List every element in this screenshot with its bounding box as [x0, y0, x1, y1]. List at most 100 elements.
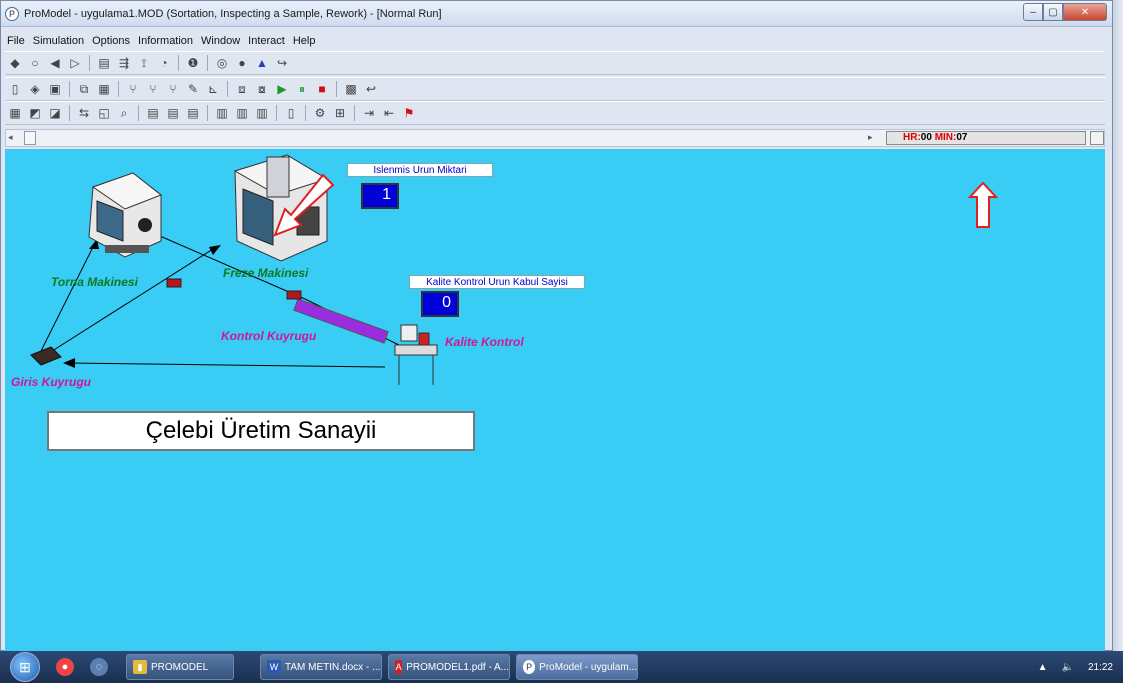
tray-expand-icon[interactable]: ▲	[1038, 662, 1048, 673]
menu-window[interactable]: Window	[201, 35, 240, 47]
system-tray: ▲ 🔈 21:22	[1024, 651, 1113, 683]
filter-icon[interactable]: ⑂	[165, 81, 181, 97]
output-icon[interactable]: ↩	[363, 81, 379, 97]
taskbar-item-promodel[interactable]: P ProModel - uygulam...	[516, 654, 638, 680]
cost-icon[interactable]: ◔	[156, 55, 172, 71]
word-icon: W	[267, 660, 281, 674]
vertical-scrollbar[interactable]	[1113, 0, 1123, 651]
resource-icon[interactable]: ▷	[67, 55, 83, 71]
start-button[interactable]: ⊞	[10, 652, 40, 682]
export-icon[interactable]: ⇥	[361, 105, 377, 121]
horizontal-scrollbar[interactable]: ◂ ▸ HR:00 MIN:07	[5, 129, 1105, 147]
debug-icon[interactable]: ⚙	[312, 105, 328, 121]
minimize-button[interactable]: –	[1023, 3, 1043, 21]
view-icon[interactable]: ◩	[27, 105, 43, 121]
promodel-window: P ProModel - uygulama1.MOD (Sortation, I…	[0, 0, 1113, 651]
edit-icon[interactable]: ✎	[185, 81, 201, 97]
menu-simulation[interactable]: Simulation	[33, 35, 84, 47]
layout-icon[interactable]: ●	[234, 55, 250, 71]
path-arrowheads	[63, 239, 409, 368]
toolbar-navigation: ◆ ○ ◀ ▷ ▤ ⇶ ⟟ ◔ ❶ ◎ ● ▲ ↪	[5, 51, 1105, 75]
pause-icon[interactable]: ⏸	[294, 81, 310, 97]
layers-icon[interactable]: ◪	[47, 105, 63, 121]
save-icon[interactable]: ▣	[47, 81, 63, 97]
separator	[178, 55, 179, 71]
align-icon[interactable]: ▤	[185, 105, 201, 121]
menu-file[interactable]: File	[7, 35, 25, 47]
separator	[138, 105, 139, 121]
volume-icon[interactable]: 🔈	[1062, 662, 1074, 673]
toolbar-file: ▯ ◈ ▣ ⧉ ▦ ⑂ ⑂ ⑂ ✎ ⊾ ⧈ ⧇ ▶ ⏸ ■ ▩ ↩	[5, 77, 1105, 101]
run-icon[interactable]: ▶	[274, 81, 290, 97]
scenario-icon[interactable]: ⧇	[254, 81, 270, 97]
shift-icon[interactable]: ⟟	[136, 55, 152, 71]
open-file-icon[interactable]: ◈	[27, 81, 43, 97]
location-icon[interactable]: ◆	[7, 55, 23, 71]
path-icon[interactable]: ◀	[47, 55, 63, 71]
arrowhead	[209, 245, 221, 255]
menu-information[interactable]: Information	[138, 35, 193, 47]
separator	[89, 55, 90, 71]
calculator-icon[interactable]: ▩	[343, 81, 359, 97]
stop-icon[interactable]: ■	[314, 81, 330, 97]
chrome-icon[interactable]: ●	[56, 658, 74, 676]
separator	[69, 81, 70, 97]
options-icon[interactable]: ⧈	[234, 81, 250, 97]
separator	[69, 105, 70, 121]
layout-grid-icon[interactable]: ▥	[214, 105, 230, 121]
scroll-thumb[interactable]	[24, 131, 36, 145]
giris-kuyrugu-label: Giris Kuyrugu	[11, 375, 92, 389]
view-text-icon[interactable]: ▦	[96, 81, 112, 97]
taskbar-item-promodel-folder[interactable]: ▮ PROMODEL	[126, 654, 234, 680]
simulation-clock: HR:00 MIN:07	[886, 131, 1086, 145]
import-icon[interactable]: ⇤	[381, 105, 397, 121]
graphics-icon[interactable]: ◎	[214, 55, 230, 71]
merge-icon[interactable]: ⧉	[76, 81, 92, 97]
separator	[207, 55, 208, 71]
maximize-button[interactable]: ▢	[1043, 3, 1063, 21]
layout-grid-icon[interactable]: ▥	[234, 105, 250, 121]
taskbar-item-pdf[interactable]: A PROMODEL1.pdf - A...	[388, 654, 510, 680]
taskbar-item-word[interactable]: W TAM METIN.docx - ...	[260, 654, 382, 680]
scroll-left-icon[interactable]: ◂	[8, 132, 20, 144]
variables-icon[interactable]: ↪	[274, 55, 290, 71]
arrivals-icon[interactable]: ⇶	[116, 55, 132, 71]
zoom-fit-icon[interactable]: ◱	[96, 105, 112, 121]
processing-icon[interactable]: ▤	[96, 55, 112, 71]
freze-makinesi-label: Freze Makinesi	[223, 266, 309, 280]
windows-taskbar: ⊞ ● ◌ ▮ PROMODEL W TAM METIN.docx - ... …	[0, 651, 1123, 683]
path-line	[68, 362, 386, 368]
simulation-layout: Torna Makinesi Freze Makinesi Kontrol Ku…	[5, 149, 1105, 651]
new-file-icon[interactable]: ▯	[7, 81, 23, 97]
info-icon[interactable]: ❶	[185, 55, 201, 71]
clock-time[interactable]: 21:22	[1088, 662, 1113, 673]
taskbar-item-label: PROMODEL1.pdf - A...	[406, 661, 509, 673]
window-title: ProModel - uygulama1.MOD (Sortation, Ins…	[24, 7, 442, 20]
path-network	[36, 232, 404, 368]
clock-toggle-button[interactable]	[1090, 131, 1104, 145]
menu-help[interactable]: Help	[293, 35, 316, 47]
zoom-icon[interactable]: ⌕	[116, 105, 132, 121]
flag-icon[interactable]: ⚑	[401, 105, 417, 121]
menu-options[interactable]: Options	[92, 35, 130, 47]
background-icon[interactable]: ▲	[254, 55, 270, 71]
promodel-icon[interactable]: P	[5, 6, 19, 21]
scroll-right-icon[interactable]: ▸	[868, 132, 873, 143]
browser-icon[interactable]: ◌	[90, 658, 108, 676]
filter-icon[interactable]: ⑂	[145, 81, 161, 97]
monitor-icon[interactable]: ⊞	[332, 105, 348, 121]
align-icon[interactable]: ▤	[165, 105, 181, 121]
filter-icon[interactable]: ⑂	[125, 81, 141, 97]
layout-grid-icon[interactable]: ▥	[254, 105, 270, 121]
grid-icon[interactable]: ▦	[7, 105, 23, 121]
path-edit-icon[interactable]: ⇆	[76, 105, 92, 121]
title-bar: P ProModel - uygulama1.MOD (Sortation, I…	[1, 1, 1112, 27]
freze-makinesi-machine	[233, 154, 329, 262]
separator	[118, 81, 119, 97]
trace-icon[interactable]: ▯	[283, 105, 299, 121]
align-icon[interactable]: ▤	[145, 105, 161, 121]
chart-icon[interactable]: ⊾	[205, 81, 221, 97]
entity-icon[interactable]: ○	[27, 55, 43, 71]
close-button[interactable]: ✕	[1063, 3, 1107, 21]
menu-interact[interactable]: Interact	[248, 35, 285, 47]
